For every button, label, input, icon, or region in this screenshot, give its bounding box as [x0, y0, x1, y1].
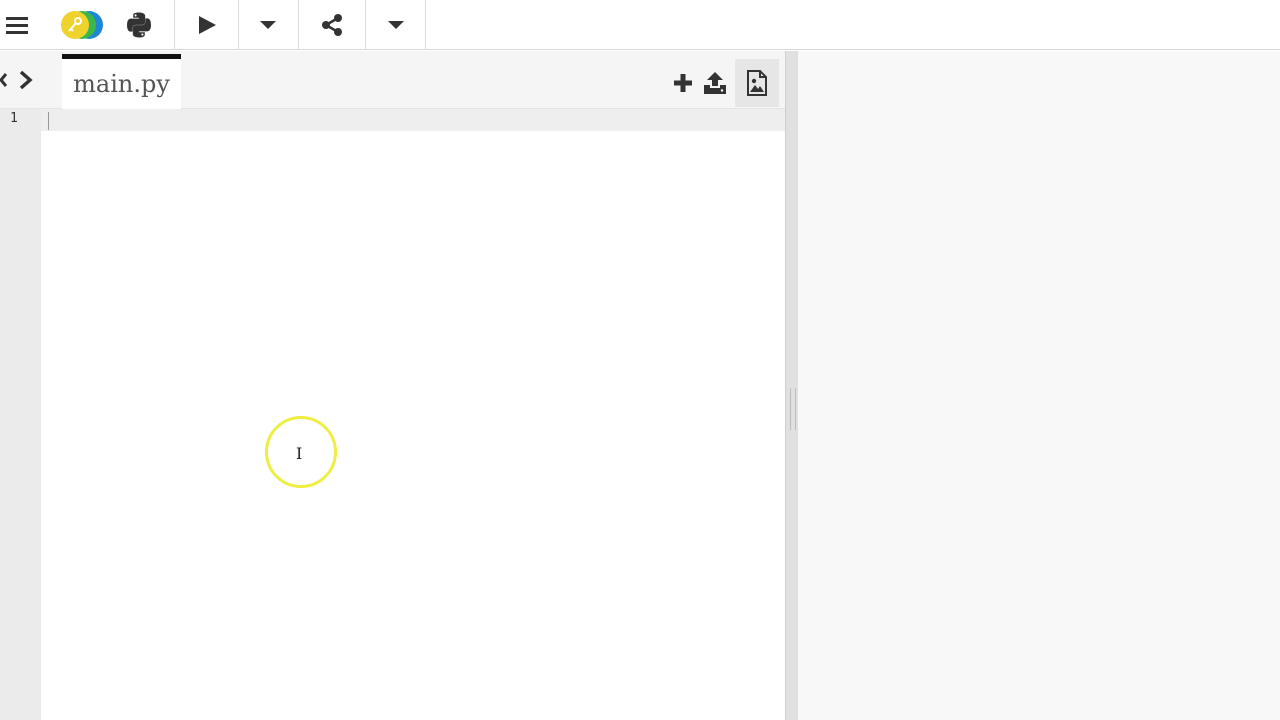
run-button[interactable]: [175, 0, 238, 50]
run-options-icon: [260, 21, 276, 29]
ibeam-cursor-icon: I: [296, 444, 303, 463]
splitter-grip-icon: [790, 388, 796, 430]
code-editor[interactable]: [41, 131, 785, 720]
share-button[interactable]: [299, 0, 365, 50]
image-icon: [747, 70, 767, 96]
active-line-highlight: [41, 109, 785, 131]
chevron-right-icon: [19, 70, 33, 90]
toolbar-separator: [425, 0, 426, 50]
logo-button[interactable]: [55, 0, 107, 50]
upload-file-button[interactable]: [701, 70, 729, 96]
share-icon: [322, 14, 342, 36]
text-caret: [48, 112, 49, 130]
add-file-icon: [674, 74, 692, 92]
scroll-tabs-right-button[interactable]: [14, 68, 36, 92]
image-library-button[interactable]: [735, 59, 779, 107]
editor-pane: main.py 1: [0, 51, 785, 720]
share-options-button[interactable]: [366, 0, 425, 50]
tab-label: main.py: [73, 70, 170, 98]
line-number: 1: [10, 111, 18, 126]
file-tab-bar: main.py: [0, 51, 785, 109]
run-icon: [198, 16, 216, 34]
upload-icon: [704, 72, 726, 94]
add-file-button[interactable]: [670, 70, 696, 96]
tab-main-py[interactable]: main.py: [62, 54, 181, 109]
scroll-tabs-left-button[interactable]: [0, 68, 8, 92]
menu-button[interactable]: [0, 0, 32, 50]
share-options-icon: [387, 21, 404, 29]
top-toolbar: [0, 0, 1280, 50]
menu-icon: [6, 17, 28, 34]
chevron-left-icon: [0, 73, 8, 87]
run-options-button[interactable]: [239, 0, 297, 50]
python-button[interactable]: [110, 0, 168, 50]
output-pane: [798, 51, 1280, 720]
logo-icon: [61, 11, 103, 39]
pane-splitter[interactable]: [785, 51, 798, 720]
line-number-gutter: 1: [0, 109, 41, 720]
python-icon: [127, 12, 151, 38]
